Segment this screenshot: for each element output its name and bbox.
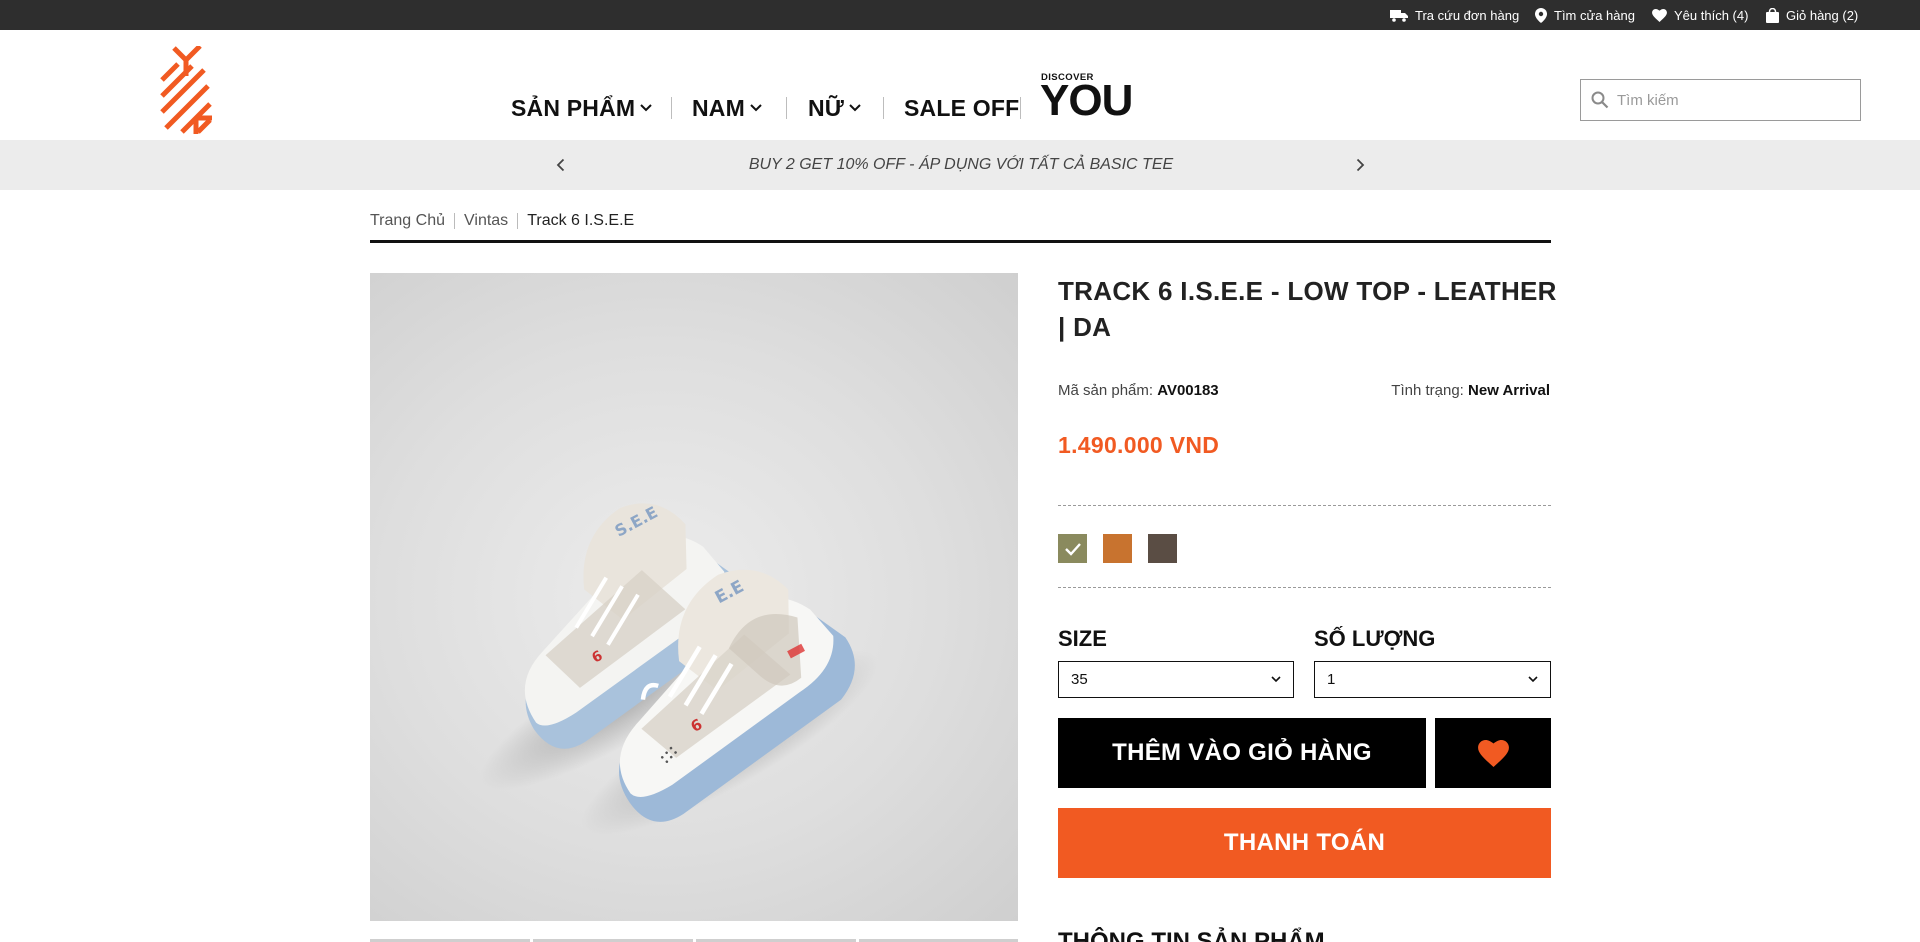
you-label: YOU xyxy=(1040,76,1133,125)
brand-logo-mark xyxy=(160,44,212,134)
wishlist-label: Yêu thích (4) xyxy=(1674,7,1749,23)
cart-link[interactable]: Giỏ hàng (2) xyxy=(1766,0,1858,30)
cart-label: Giỏ hàng (2) xyxy=(1786,7,1859,23)
checkmark-icon xyxy=(1064,542,1081,556)
add-to-cart-label: THÊM VÀO GIỎ HÀNG xyxy=(1112,739,1372,766)
promo-text: BUY 2 GET 10% OFF - ÁP DỤNG VỚI TẤT CẢ B… xyxy=(748,156,1174,173)
search-box xyxy=(1580,79,1861,121)
size-select[interactable]: 35 xyxy=(1058,661,1294,698)
color-swatch-brown[interactable] xyxy=(1148,534,1177,563)
dashed-divider xyxy=(1058,587,1551,588)
color-swatch-olive[interactable] xyxy=(1058,534,1087,563)
breadcrumb: Trang Chủ Vintas Track 6 I.S.E.E xyxy=(370,210,634,232)
sneaker-pair-image: S.E.E 6 E.E 6 xyxy=(480,502,879,836)
chevron-right-icon xyxy=(1356,158,1364,172)
chevron-down-icon xyxy=(1528,676,1538,683)
search-icon xyxy=(1591,91,1609,109)
nav-women[interactable]: NỮ xyxy=(808,92,861,124)
store-finder-label: Tìm cửa hàng xyxy=(1554,7,1635,23)
brand-logo[interactable] xyxy=(158,44,214,134)
product-status: Tình trạng: New Arrival xyxy=(1391,382,1550,399)
nav-men[interactable]: NAM xyxy=(692,92,762,124)
breadcrumb-separator xyxy=(517,213,519,229)
breadcrumb-home[interactable]: Trang Chủ xyxy=(370,212,445,230)
checkout-label: THANH TOÁN xyxy=(1223,829,1386,856)
map-pin-icon xyxy=(1535,7,1547,23)
search-input[interactable] xyxy=(1617,81,1847,119)
product-info-heading[interactable]: THÔNG TIN SẢN PHẨM xyxy=(1058,928,1325,942)
sku-value: AV00183 xyxy=(1157,382,1219,399)
product-sku: Mã sản phẩm: AV00183 xyxy=(1058,382,1219,399)
chevron-down-icon xyxy=(750,104,762,112)
color-swatch-tan[interactable] xyxy=(1103,534,1132,563)
sku-label: Mã sản phẩm: xyxy=(1058,382,1154,399)
wishlist-link[interactable]: Yêu thích (4) xyxy=(1652,0,1748,30)
chevron-down-icon xyxy=(640,104,652,112)
status-label: Tình trạng: xyxy=(1391,382,1464,399)
truck-icon xyxy=(1390,9,1408,22)
add-to-cart-button[interactable]: THÊM VÀO GIỎ HÀNG xyxy=(1058,718,1426,788)
breadcrumb-underline xyxy=(370,240,1551,243)
nav-products[interactable]: SẢN PHẨM xyxy=(511,92,652,124)
chevron-down-icon xyxy=(849,104,861,112)
chevron-left-icon xyxy=(556,158,564,172)
status-value: New Arrival xyxy=(1468,382,1550,399)
heart-icon xyxy=(1477,739,1509,767)
nav-men-label: NAM xyxy=(692,94,745,121)
order-lookup-link[interactable]: Tra cứu đơn hàng xyxy=(1390,0,1519,30)
dashed-divider xyxy=(1058,505,1551,506)
heart-icon xyxy=(1652,8,1667,22)
promo-prev-button[interactable] xyxy=(549,154,571,176)
nav-sale-off-label: SALE OFF xyxy=(904,94,1020,121)
product-price: 1.490.000 VND xyxy=(1058,432,1220,458)
product-main-image[interactable]: S.E.E 6 E.E 6 xyxy=(370,273,1018,921)
top-utility-bar: Tra cứu đơn hàng Tìm cửa hàng Yêu thích … xyxy=(0,0,1920,30)
product-title: TRACK 6 I.S.E.E - LOW TOP - LEATHER | DA xyxy=(1058,276,1557,342)
nav-divider xyxy=(883,97,884,119)
breadcrumb-current: Track 6 I.S.E.E xyxy=(527,212,635,229)
store-finder-link[interactable]: Tìm cửa hàng xyxy=(1535,0,1635,30)
nav-divider xyxy=(671,97,672,119)
nav-sale-off[interactable]: SALE OFF xyxy=(904,92,1019,124)
size-label: SIZE xyxy=(1058,626,1107,651)
breadcrumb-category[interactable]: Vintas xyxy=(464,212,508,230)
chevron-down-icon xyxy=(1271,676,1281,683)
shopping-bag-icon xyxy=(1766,7,1779,23)
breadcrumb-separator xyxy=(454,213,455,229)
quantity-label: SỐ LƯỢNG xyxy=(1314,626,1436,651)
add-to-wishlist-button[interactable] xyxy=(1435,718,1551,788)
discover-you-logo[interactable]: DISCOVER YOU xyxy=(1040,72,1133,124)
quantity-select[interactable]: 1 xyxy=(1314,661,1551,698)
nav-divider xyxy=(1020,97,1021,119)
promo-banner: BUY 2 GET 10% OFF - ÁP DỤNG VỚI TẤT CẢ B… xyxy=(0,140,1920,190)
checkout-button[interactable]: THANH TOÁN xyxy=(1058,808,1551,878)
quantity-select-value: 1 xyxy=(1327,671,1336,688)
size-select-value: 35 xyxy=(1071,671,1088,688)
nav-products-label: SẢN PHẨM xyxy=(511,94,636,121)
nav-divider xyxy=(786,97,787,119)
promo-next-button[interactable] xyxy=(1349,154,1371,176)
nav-women-label: NỮ xyxy=(808,94,845,121)
order-lookup-label: Tra cứu đơn hàng xyxy=(1415,7,1520,23)
